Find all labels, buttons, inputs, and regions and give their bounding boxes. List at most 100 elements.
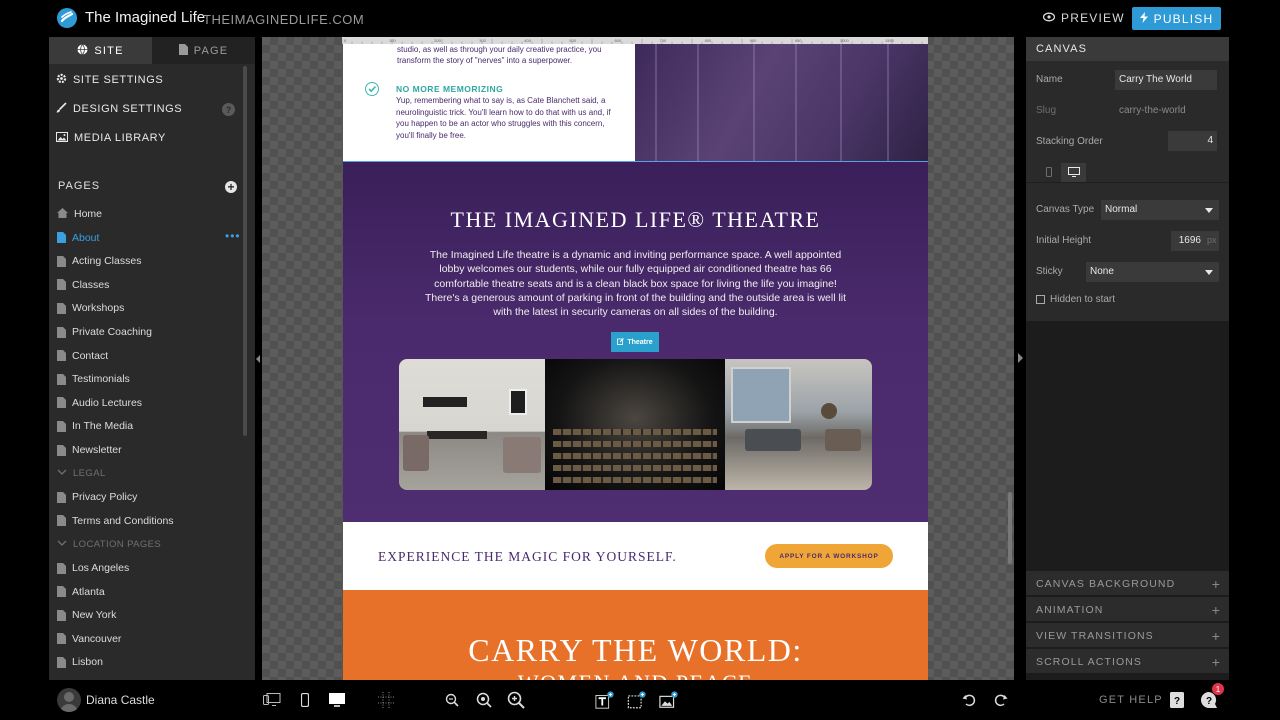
plus-icon: + [1211,576,1221,592]
height-unit: px [1207,235,1217,245]
sidebar-item-page[interactable]: Workshops [57,299,124,317]
page-label: LOCATION PAGES [73,538,162,550]
page-label: Acting Classes [72,255,142,268]
apply-workshop-button[interactable]: APPLY FOR A WORKSHOP [765,544,893,568]
redo-icon[interactable] [991,690,1011,710]
features-section[interactable]: studio, as well as through your daily cr… [343,44,635,162]
site-settings-label: SITE SETTINGS [73,74,164,86]
desktop-icon[interactable] [327,690,347,710]
phone-icon[interactable] [295,690,315,710]
logo-icon[interactable] [57,8,77,28]
carry-the-world-section[interactable]: CARRY THE WORLD: WOMEN AND PEACE [343,590,928,680]
seat-row [553,441,717,447]
publish-button[interactable]: PUBLISH [1132,7,1221,30]
multi-device-icon[interactable] [262,690,282,710]
theatre-button-label: Theatre [627,338,653,346]
sidebar-item-page[interactable]: Testimonials [57,370,130,388]
zoom-in-icon[interactable] [506,690,526,710]
page-label: Audio Lectures [72,396,143,409]
cta-section[interactable]: EXPERIENCE THE MAGIC FOR YOURSELF. APPLY… [343,522,928,590]
theatre-button[interactable]: Theatre [611,332,659,352]
add-page-button[interactable]: + [225,181,237,193]
hidden-checkbox[interactable] [1036,295,1045,304]
tab-desktop[interactable] [1061,163,1086,182]
sidebar-item-page[interactable]: Audio Lectures [57,394,142,412]
animation-section[interactable]: ANIMATION + [1026,597,1229,622]
site-title: The Imagined Life [85,9,206,26]
sidebar-item-page[interactable]: New York [57,606,116,624]
add-box-icon[interactable] [627,690,647,710]
page-icon [57,397,66,409]
sticky-select[interactable]: None [1086,262,1219,282]
get-help-link[interactable]: GET HELP [1099,694,1163,706]
ruler-tick-label: 100 [389,38,396,43]
design-settings-label: DESIGN SETTINGS [73,103,183,115]
site-domain[interactable]: THEIMAGINEDLIFE.COM [203,12,364,27]
theatre-section[interactable]: THE IMAGINED LIFE® THEATRE The Imagined … [343,161,928,523]
preview-button[interactable]: PREVIEW [1042,8,1125,28]
design-settings-item[interactable]: DESIGN SETTINGS [56,99,182,119]
page-label: About [72,231,100,244]
page-label: In The Media [72,420,134,433]
page-icon [57,350,66,362]
canvas-type-select[interactable]: Normal [1101,200,1219,220]
avatar[interactable] [57,688,81,712]
view-transitions-section[interactable]: VIEW TRANSITIONS + [1026,623,1229,648]
sidebar-item-page[interactable]: Private Coaching [57,323,152,341]
sidebar-item-page[interactable]: Acting Classes [57,252,141,270]
add-text-icon[interactable] [595,690,615,710]
stage-photo[interactable] [545,359,725,490]
sidebar-item-page[interactable]: Atlanta [57,583,105,601]
sidebar-item-page[interactable]: In The Media [57,417,133,435]
plus-icon: + [1211,628,1221,644]
sidebar-item-page[interactable]: Los Angeles [57,559,129,577]
sidebar-item-page[interactable]: Home [57,205,102,223]
sidebar-tabs: SITE PAGE [49,37,255,64]
sidebar-item-page[interactable]: Lisbon [57,653,103,671]
page-more-icon[interactable]: ••• [225,229,241,243]
tab-site[interactable]: SITE [49,37,152,64]
tab-page[interactable]: PAGE [152,37,255,64]
left-sidebar: SITE PAGE SITE SETTINGS DESIGN SETTINGS … [49,37,255,680]
collapse-left-handle[interactable] [256,355,260,363]
site-settings-item[interactable]: SITE SETTINGS [56,70,163,90]
hidden-label: Hidden to start [1050,294,1116,305]
sidebar-item-page[interactable]: Privacy Policy [57,488,137,506]
stacking-field[interactable]: 4 [1168,131,1217,151]
sidebar-item-page[interactable]: About [57,229,99,247]
zoom-reset-icon[interactable] [474,690,494,710]
sidebar-item-page[interactable]: Terms and Conditions [57,512,174,530]
sidebar-item-page[interactable]: Vancouver [57,630,121,648]
pages-heading: PAGES [58,180,101,192]
slug-label: Slug [1036,105,1057,116]
sidebar-item-page[interactable]: Classes [57,276,109,294]
sidebar-item-page[interactable]: Newsletter [57,441,122,459]
app-window: The Imagined Life THEIMAGINEDLIFE.COM PR… [0,0,1280,720]
tab-mobile[interactable] [1036,163,1061,182]
collapse-right-handle[interactable] [1018,353,1023,363]
publish-label: PUBLISH [1153,11,1214,26]
sidebar-item-page[interactable]: Contact [57,347,108,365]
zoom-out-icon[interactable] [442,690,462,710]
add-image-icon[interactable] [659,690,679,710]
seat-row [553,465,717,471]
page-icon [57,586,66,598]
grid-icon[interactable] [376,690,396,710]
inspector-lower: CANVAS BACKGROUND + ANIMATION + VIEW TRA… [1026,321,1229,680]
scroll-actions-section[interactable]: SCROLL ACTIONS + [1026,649,1229,674]
canvas-background-section[interactable]: CANVAS BACKGROUND + [1026,571,1229,596]
media-library-item[interactable]: MEDIA LIBRARY [56,128,166,148]
user-name[interactable]: Diana Castle [86,693,155,707]
lobby-photo[interactable] [399,359,545,490]
lounge-photo[interactable] [725,359,872,490]
page-label: Lisbon [72,656,103,669]
canvas-scrollbar[interactable] [1008,492,1012,564]
name-field[interactable]: Carry The World [1115,70,1217,90]
help-icon[interactable]: ? [222,103,235,116]
sidebar-scrollbar[interactable] [243,66,247,436]
forest-image[interactable] [635,44,928,162]
framed-picture [509,389,527,415]
page-icon [57,633,66,645]
help-book-icon[interactable]: ? [1167,690,1187,710]
undo-icon[interactable] [959,690,979,710]
